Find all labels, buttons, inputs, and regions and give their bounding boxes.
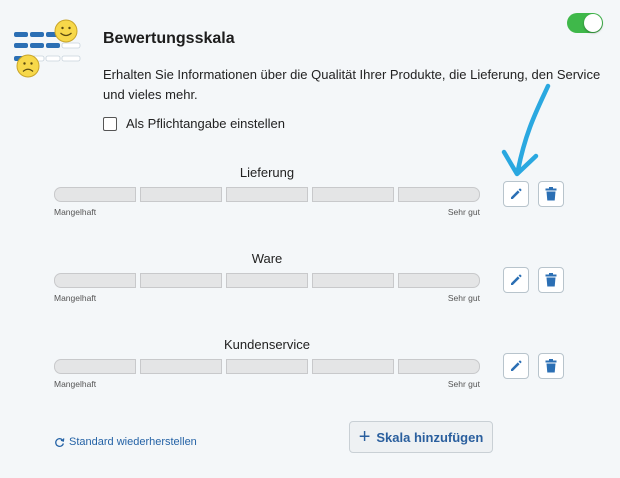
- trash-icon: [545, 187, 557, 201]
- rating-scale-illustration-icon: [14, 19, 81, 78]
- scale-low-label: Mangelhaft: [54, 207, 97, 217]
- scale-high-label: Sehr gut: [447, 293, 480, 303]
- scale-bar-group: [54, 187, 480, 202]
- restore-defaults-label: Standard wiederherstellen: [69, 436, 197, 448]
- scale-step: [226, 187, 308, 202]
- refresh-icon: [55, 437, 65, 447]
- scale-bar-group: [54, 359, 480, 374]
- mandatory-option[interactable]: Als Pflichtangabe einstellen: [103, 116, 285, 131]
- scale-step: [54, 187, 136, 202]
- scale-title: Kundenservice: [224, 337, 310, 352]
- scale-step: [140, 273, 222, 288]
- scale-step: [312, 359, 394, 374]
- scale-step: [398, 273, 480, 288]
- scale-step: [312, 273, 394, 288]
- scale-step: [140, 187, 222, 202]
- edit-scale-button[interactable]: [503, 267, 529, 293]
- rating-scale-card: Bewertungsskala Erhalten Sie Information…: [0, 0, 620, 478]
- restore-defaults-link[interactable]: Standard wiederherstellen: [54, 436, 197, 448]
- card-title: Bewertungsskala: [103, 30, 235, 47]
- pencil-icon: [511, 188, 522, 199]
- delete-scale-button[interactable]: [538, 267, 564, 293]
- scale-high-label: Sehr gut: [447, 379, 480, 389]
- trash-icon: [545, 359, 557, 373]
- scale-high-label: Sehr gut: [447, 207, 480, 217]
- pencil-icon: [511, 360, 522, 371]
- scale-ware: Ware Mangelhaft Sehr gut: [54, 251, 480, 303]
- scale-step: [54, 359, 136, 374]
- mandatory-label: Als Pflichtangabe einstellen: [126, 116, 285, 131]
- scale-title: Lieferung: [239, 165, 295, 180]
- scale-step: [398, 187, 480, 202]
- add-scale-button[interactable]: + Skala hinzufügen: [349, 421, 493, 453]
- scale-low-label: Mangelhaft: [54, 293, 97, 303]
- pencil-icon: [511, 274, 522, 285]
- scale-kundenservice: Kundenservice Mangelhaft Sehr gut: [54, 337, 480, 389]
- scale-step: [312, 187, 394, 202]
- scale-step: [398, 359, 480, 374]
- scale-title: Ware: [251, 251, 283, 266]
- scale-step: [226, 359, 308, 374]
- trash-icon: [545, 273, 557, 287]
- delete-scale-button[interactable]: [538, 353, 564, 379]
- edit-scale-button[interactable]: [503, 353, 529, 379]
- add-scale-label: Skala hinzufügen: [376, 429, 484, 445]
- scale-step: [140, 359, 222, 374]
- enable-toggle[interactable]: [567, 13, 603, 33]
- scale-bar-group: [54, 273, 480, 288]
- toggle-knob: [584, 14, 602, 32]
- scale-lieferung: Lieferung Mangelhaft Sehr gut: [54, 165, 480, 217]
- plus-icon: +: [358, 426, 371, 448]
- scale-step: [226, 273, 308, 288]
- mandatory-checkbox[interactable]: [103, 116, 117, 131]
- annotation-arrow-icon: [501, 83, 551, 177]
- scale-step: [54, 273, 136, 288]
- scale-low-label: Mangelhaft: [54, 379, 97, 389]
